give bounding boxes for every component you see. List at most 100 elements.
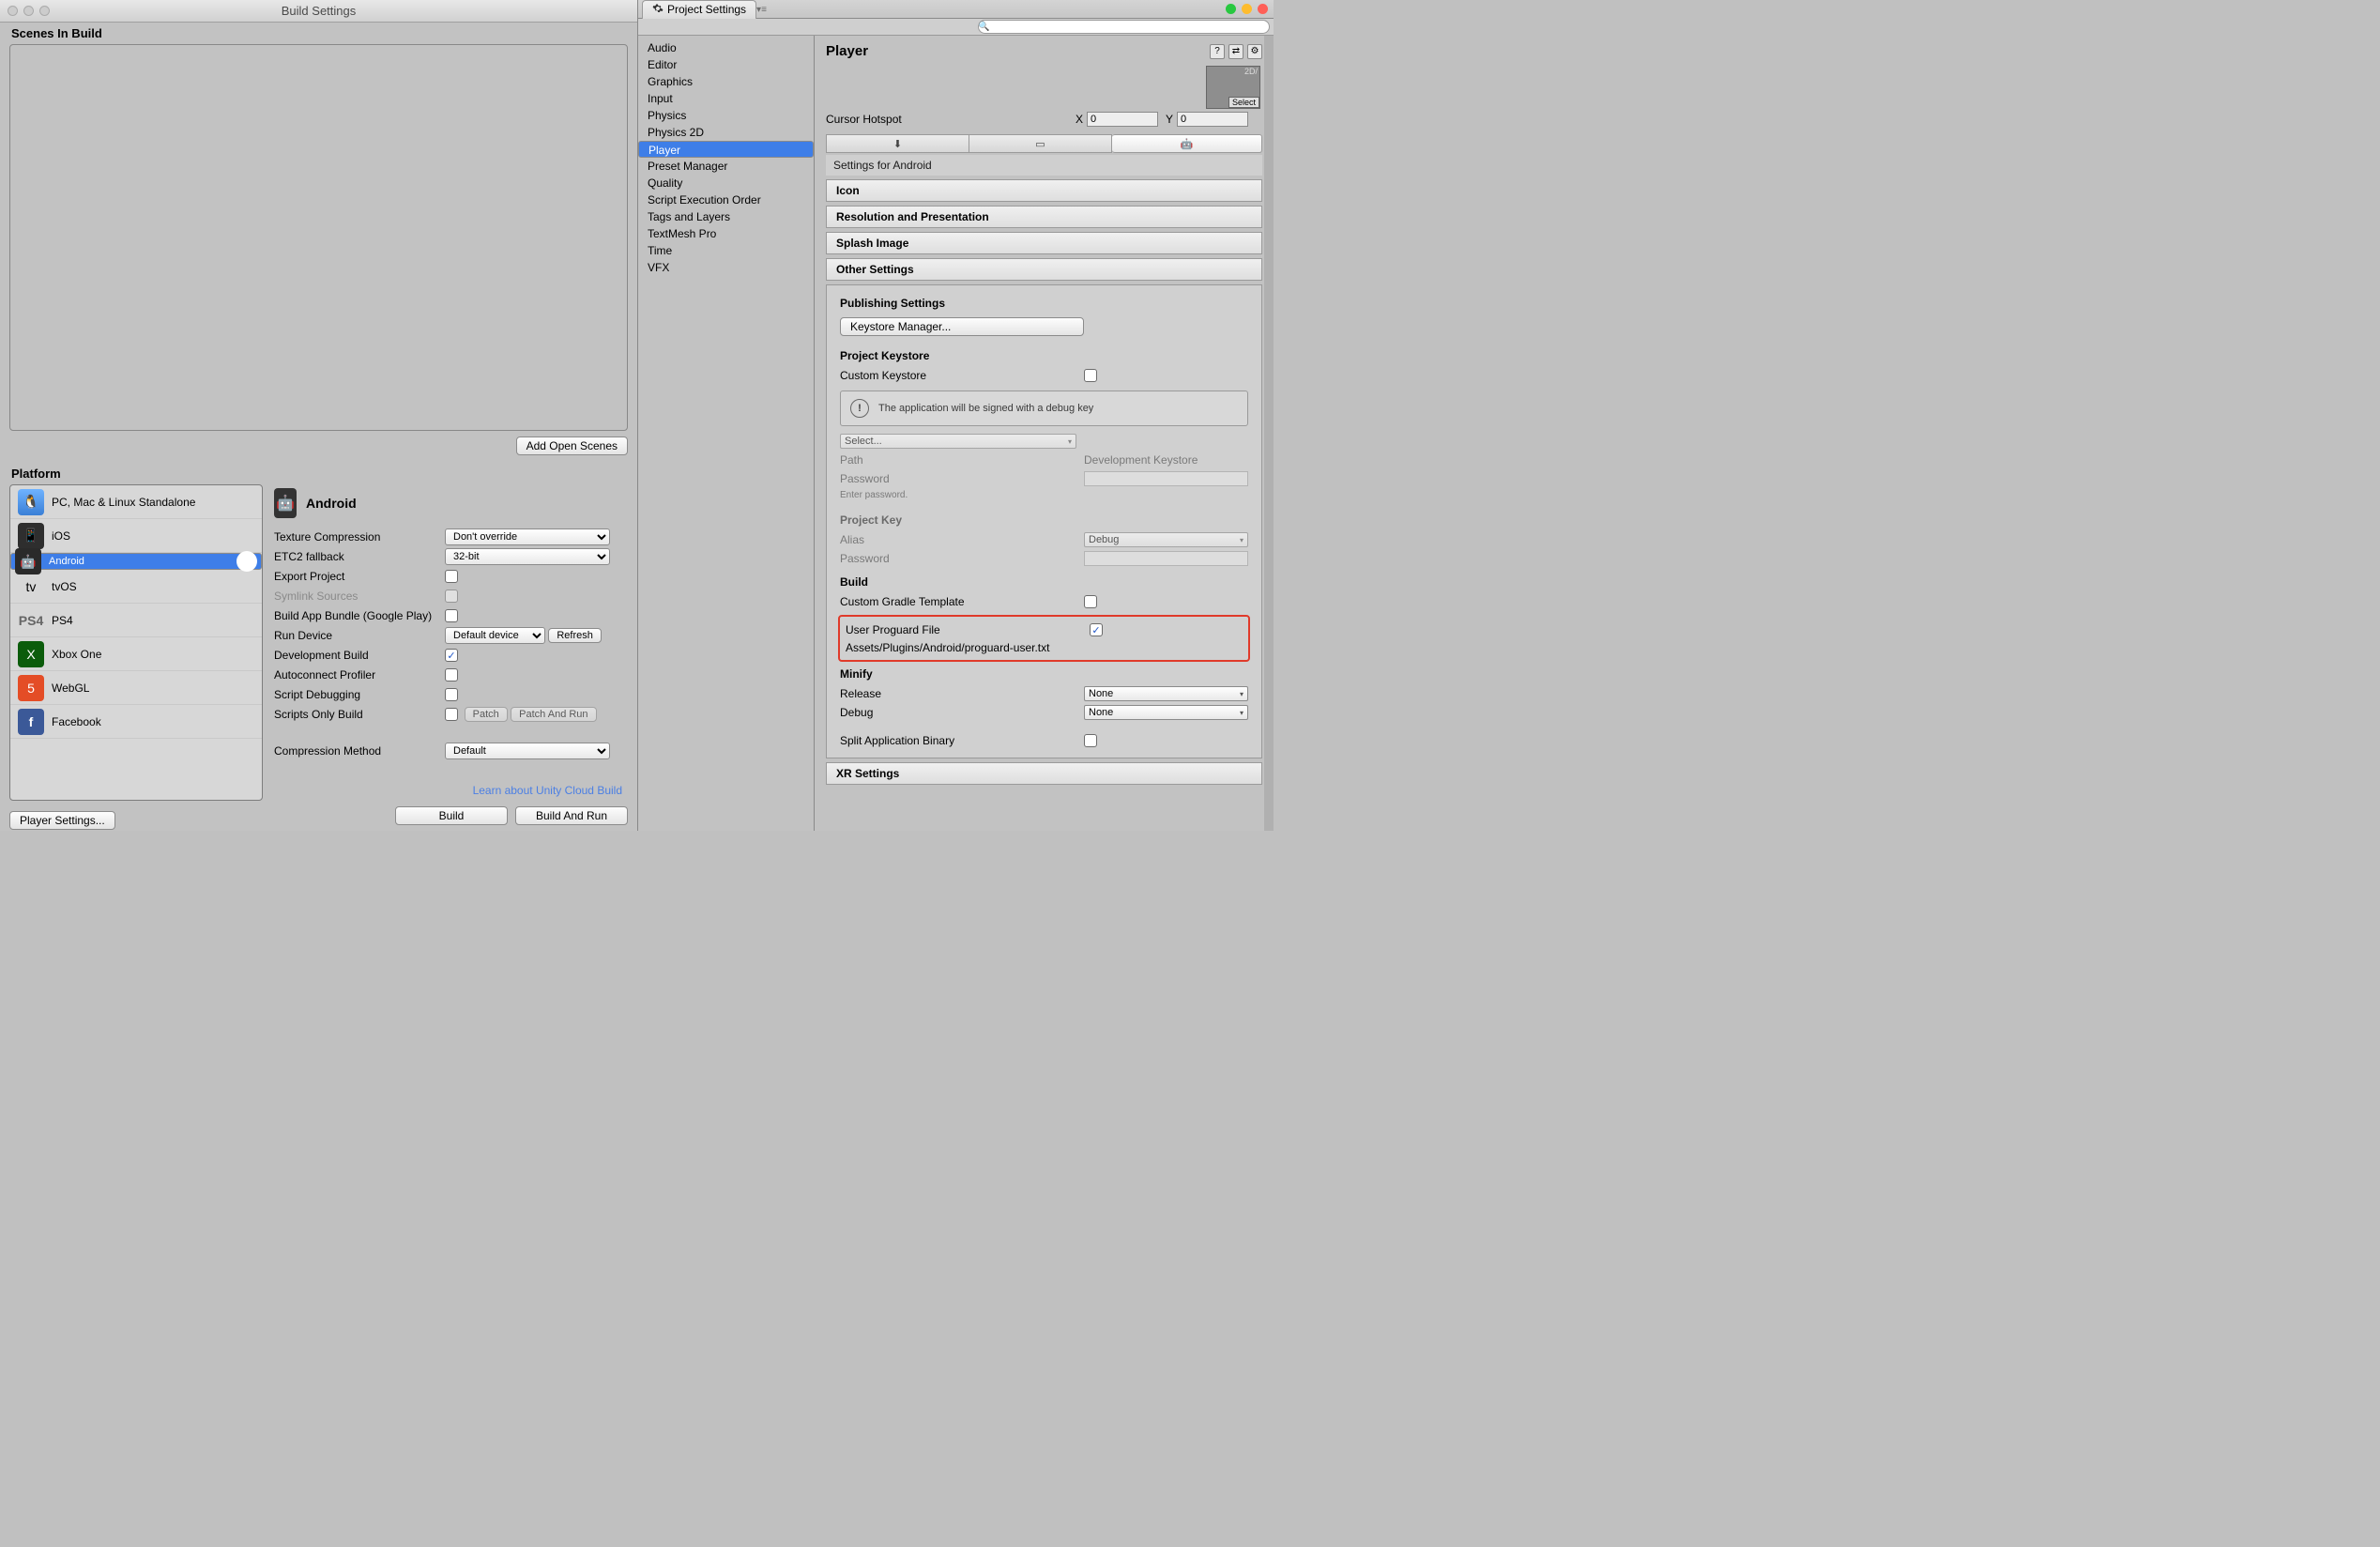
script-debug-checkbox[interactable] (445, 688, 458, 701)
platform-label-xbox: Xbox One (52, 648, 101, 661)
platform-ios[interactable]: 📱iOS (10, 519, 262, 553)
compression-select[interactable]: Default (445, 743, 610, 759)
platform-tabs: ⬇ ▭ 🤖 (826, 134, 1262, 153)
platform-ps4[interactable]: PS4PS4 (10, 604, 262, 637)
mac-green[interactable] (1226, 4, 1236, 14)
ios-icon: 📱 (18, 523, 44, 549)
build-and-run-button[interactable]: Build And Run (515, 806, 628, 825)
mac-red[interactable] (1258, 4, 1268, 14)
platform-facebook[interactable]: fFacebook (10, 705, 262, 739)
section-icon[interactable]: Icon (826, 179, 1262, 202)
app-bundle-checkbox[interactable] (445, 609, 458, 622)
section-resolution[interactable]: Resolution and Presentation (826, 206, 1262, 228)
path-label: Path (840, 453, 1084, 467)
keystore-select: Select...▾ (840, 434, 1076, 449)
run-device-label: Run Device (274, 629, 445, 642)
section-publishing: Publishing Settings Keystore Manager... … (826, 284, 1262, 758)
player-settings-button[interactable]: Player Settings... (9, 811, 115, 830)
facebook-icon: f (18, 709, 44, 735)
custom-keystore-checkbox[interactable] (1084, 369, 1097, 382)
build-options: 🤖 Android Texture CompressionDon't overr… (268, 484, 628, 801)
settings-menu-icon[interactable]: ⚙ (1247, 44, 1262, 59)
debug-label: Debug (840, 706, 1084, 719)
hotspot-x-input[interactable] (1087, 112, 1158, 127)
scripts-only-checkbox[interactable] (445, 708, 458, 721)
proguard-highlight: User Proguard File Assets/Plugins/Androi… (838, 615, 1250, 662)
cat-input[interactable]: Input (638, 90, 814, 107)
help-icon[interactable]: ? (1210, 44, 1225, 59)
search-input[interactable] (978, 20, 1270, 34)
cat-audio[interactable]: Audio (638, 39, 814, 56)
texture-compression-select[interactable]: Don't override (445, 528, 610, 545)
dev-build-checkbox[interactable] (445, 649, 458, 662)
presets-icon[interactable]: ⇄ (1228, 44, 1243, 59)
tab-android[interactable]: 🤖 (1112, 134, 1262, 153)
cat-seo[interactable]: Script Execution Order (638, 191, 814, 208)
section-other[interactable]: Other Settings (826, 258, 1262, 281)
scenes-list[interactable] (9, 44, 628, 431)
select-icon-button[interactable]: Select (1228, 97, 1259, 108)
publishing-header[interactable]: Publishing Settings (834, 293, 1254, 315)
cat-player[interactable]: Player (638, 141, 814, 158)
split-binary-checkbox[interactable] (1084, 734, 1097, 747)
gear-icon (652, 3, 664, 17)
tvos-icon: tv (18, 574, 44, 600)
export-project-checkbox[interactable] (445, 570, 458, 583)
custom-gradle-checkbox[interactable] (1084, 595, 1097, 608)
etc2-select[interactable]: 32-bit (445, 548, 610, 565)
platform-webgl[interactable]: 5WebGL (10, 671, 262, 705)
tab-options-icon[interactable]: ▾≡ (756, 5, 770, 14)
tab-ios[interactable]: ▭ (969, 134, 1112, 153)
export-project-label: Export Project (274, 570, 445, 583)
user-proguard-checkbox[interactable] (1090, 623, 1103, 636)
keystore-manager-button[interactable]: Keystore Manager... (840, 317, 1084, 336)
cat-preset[interactable]: Preset Manager (638, 158, 814, 175)
mac-yellow[interactable] (1242, 4, 1252, 14)
info-icon: ! (850, 399, 869, 418)
cat-tmp[interactable]: TextMesh Pro (638, 225, 814, 242)
platform-label-pc: PC, Mac & Linux Standalone (52, 496, 195, 509)
debug-select[interactable]: None▾ (1084, 705, 1248, 720)
cat-editor[interactable]: Editor (638, 56, 814, 73)
release-select[interactable]: None▾ (1084, 686, 1248, 701)
cat-vfx[interactable]: VFX (638, 259, 814, 276)
cat-time[interactable]: Time (638, 242, 814, 259)
settings-for-label: Settings for Android (826, 155, 1262, 176)
platform-list: 🐧PC, Mac & Linux Standalone 📱iOS 🤖Androi… (9, 484, 263, 801)
autoconnect-checkbox[interactable] (445, 668, 458, 682)
webgl-icon: 5 (18, 675, 44, 701)
section-splash[interactable]: Splash Image (826, 232, 1262, 254)
scripts-only-label: Scripts Only Build (274, 708, 445, 721)
platform-xbox[interactable]: XXbox One (10, 637, 262, 671)
platform-tvos[interactable]: tvtvOS (10, 570, 262, 604)
key-password-input (1084, 551, 1248, 566)
project-settings-tab[interactable]: Project Settings (642, 0, 756, 19)
section-xr[interactable]: XR Settings (826, 762, 1262, 785)
cloud-build-link[interactable]: Learn about Unity Cloud Build (274, 778, 626, 801)
alias-label: Alias (840, 533, 1084, 546)
user-proguard-label: User Proguard File (846, 623, 1090, 636)
cat-tags[interactable]: Tags and Layers (638, 208, 814, 225)
unity-badge-icon: ◢ (236, 551, 257, 572)
hotspot-y-input[interactable] (1177, 112, 1248, 127)
platform-android[interactable]: 🤖Android◢ (10, 553, 262, 570)
cat-quality[interactable]: Quality (638, 175, 814, 191)
refresh-button[interactable]: Refresh (548, 628, 602, 643)
keystore-password-input (1084, 471, 1248, 486)
platform-label: Platform (0, 457, 637, 484)
cat-graphics[interactable]: Graphics (638, 73, 814, 90)
cursor-hotspot-label: Cursor Hotspot (826, 113, 1076, 126)
run-device-select[interactable]: Default device (445, 627, 545, 644)
add-open-scenes-button[interactable]: Add Open Scenes (516, 437, 628, 455)
mac-traffic (1226, 4, 1268, 14)
scrollbar[interactable] (1264, 36, 1274, 831)
scenes-in-build-label: Scenes In Build (0, 23, 637, 44)
cat-physics[interactable]: Physics (638, 107, 814, 124)
settings-categories: Audio Editor Graphics Input Physics Phys… (638, 36, 815, 831)
android-icon: 🤖 (15, 548, 41, 574)
cat-physics2d[interactable]: Physics 2D (638, 124, 814, 141)
build-button[interactable]: Build (395, 806, 508, 825)
default-icon-well[interactable]: 2D/ Select (1206, 66, 1260, 109)
tab-standalone[interactable]: ⬇ (826, 134, 969, 153)
platform-pc[interactable]: 🐧PC, Mac & Linux Standalone (10, 485, 262, 519)
